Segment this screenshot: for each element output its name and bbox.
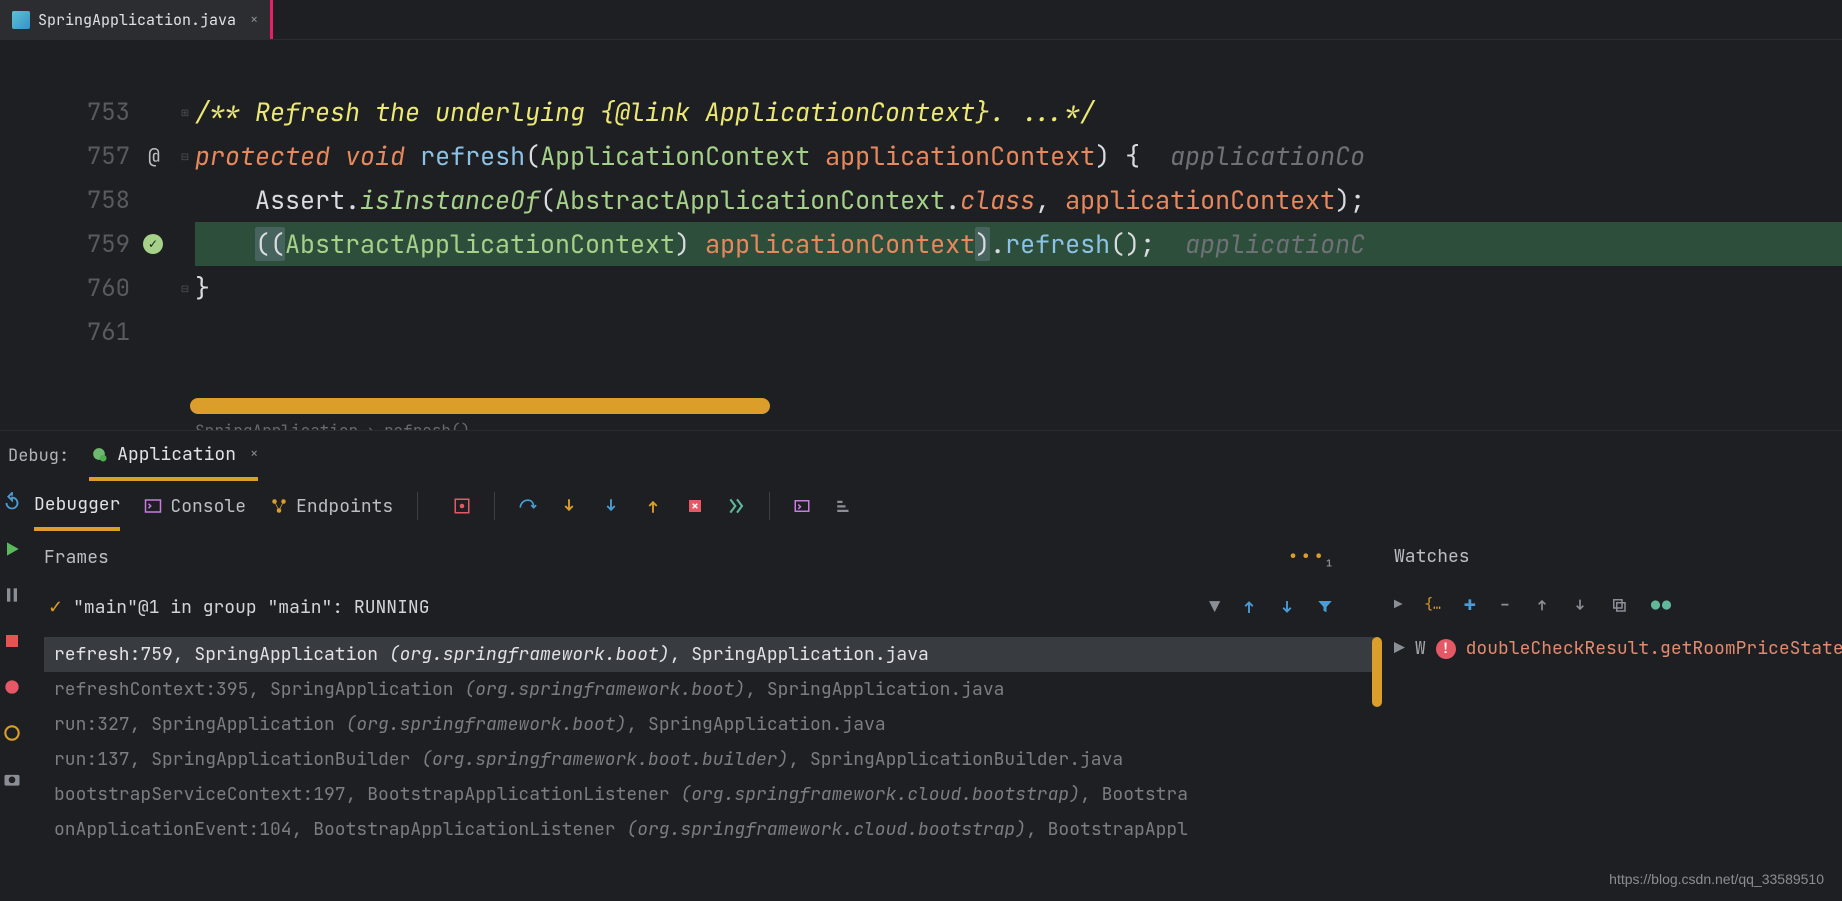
force-step-into-button[interactable] (601, 496, 621, 516)
stack-frame[interactable]: run:327, SpringApplication (org.springfr… (44, 707, 1374, 742)
copy-button[interactable] (1610, 596, 1628, 614)
tab-debugger[interactable]: Debugger (34, 481, 120, 531)
watermark: https://blog.csdn.net/qq_33589510 (1609, 871, 1824, 887)
move-down-button[interactable] (1572, 597, 1588, 613)
expand-icon[interactable]: ▶ (1394, 596, 1402, 614)
dropdown-icon[interactable]: ▼ (1209, 596, 1220, 619)
debug-session-tab[interactable]: Application × (89, 431, 258, 481)
resume-button[interactable] (0, 537, 24, 561)
debug-label: Debug: (8, 445, 69, 467)
trace-button[interactable] (834, 496, 854, 516)
stop-button[interactable] (0, 629, 24, 653)
debug-sidebar (0, 481, 24, 891)
stack-frame[interactable]: bootstrapServiceContext:197, BootstrapAp… (44, 777, 1374, 812)
mute-breakpoints-button[interactable] (0, 721, 24, 745)
override-icon[interactable]: @ (148, 143, 160, 169)
tab-console[interactable]: Console (144, 481, 246, 531)
close-icon[interactable]: × (250, 11, 258, 29)
line-number: 761 (87, 317, 130, 348)
error-icon: ! (1436, 639, 1456, 659)
rerun-button[interactable] (0, 491, 24, 515)
inline-hint: applicationC (1185, 227, 1365, 261)
move-up-button[interactable] (1534, 597, 1550, 613)
fold-toggle-icon[interactable]: ⊟ (175, 134, 195, 178)
endpoints-icon (270, 497, 288, 515)
code-comment: /** Refresh the underlying {@link Applic… (195, 95, 1095, 129)
close-icon[interactable]: × (250, 445, 258, 463)
fold-toggle-icon[interactable]: ⊟ (175, 266, 195, 310)
drop-frame-button[interactable] (685, 496, 705, 516)
frames-title: Frames (44, 546, 109, 569)
frames-panel: Frames •••1 ✓ "main"@1 in group "main": … (24, 531, 1374, 891)
glasses-icon[interactable] (1650, 599, 1672, 611)
console-icon (144, 497, 162, 515)
prev-frame-button[interactable] (1240, 598, 1258, 616)
next-frame-button[interactable] (1278, 598, 1296, 616)
camera-button[interactable] (0, 767, 24, 791)
line-number: 760 (87, 273, 130, 304)
run-to-cursor-button[interactable] (727, 496, 747, 516)
tab-filename: SpringApplication.java (38, 10, 236, 30)
watches-title: Watches (1394, 531, 1842, 582)
view-breakpoints-button[interactable] (0, 675, 24, 699)
stack-frame[interactable]: refresh:759, SpringApplication (org.spri… (44, 637, 1374, 672)
java-class-icon (12, 11, 30, 29)
show-execution-point-button[interactable] (452, 496, 472, 516)
step-into-button[interactable] (559, 496, 579, 516)
code-editor[interactable]: 753 757 @ 758 759 ✓ 760 761 ⊞ ⊟ ⊟ /** Refr… (0, 40, 1842, 420)
execution-line: ((AbstractApplicationContext) applicatio… (195, 222, 1842, 266)
horizontal-scrollbar[interactable] (190, 398, 770, 414)
watch-badge: W (1415, 637, 1426, 660)
evaluate-expression-button[interactable] (792, 496, 812, 516)
stack-frame[interactable]: onApplicationEvent:104, BootstrapApplica… (44, 812, 1374, 847)
line-gutter: 753 757 @ 758 759 ✓ 760 761 (0, 40, 175, 420)
frame-list: refresh:759, SpringApplication (org.spri… (44, 637, 1374, 847)
line-number: 753 (87, 97, 130, 128)
line-number: 759 (87, 229, 130, 260)
vertical-scrollbar[interactable] (1372, 637, 1382, 707)
step-over-button[interactable] (517, 496, 537, 516)
bug-icon (89, 444, 109, 464)
tab-endpoints[interactable]: Endpoints (270, 481, 393, 531)
step-out-button[interactable] (643, 496, 663, 516)
thread-selector[interactable]: ✓ "main"@1 in group "main": RUNNING ▼ (44, 584, 1374, 631)
braces-icon[interactable]: {… (1424, 596, 1441, 614)
debug-panel: Debug: Application × Debugger Console (0, 430, 1842, 901)
pause-button[interactable] (0, 583, 24, 607)
remove-watch-button[interactable]: − (1498, 590, 1511, 619)
more-icon[interactable]: •••1 (1288, 545, 1334, 570)
stack-frame[interactable]: refreshContext:395, SpringApplication (o… (44, 672, 1374, 707)
watch-expression: doubleCheckResult.getRoomPriceStateList(… (1466, 637, 1842, 660)
watches-panel: Watches ▶ {… + − ▶ W ! (1374, 531, 1842, 891)
code-content[interactable]: /** Refresh the underlying {@link Applic… (195, 40, 1842, 420)
execution-point-icon[interactable]: ✓ (143, 234, 163, 254)
stack-frame[interactable]: run:137, SpringApplicationBuilder (org.s… (44, 742, 1374, 777)
debug-header: Debug: Application × (0, 431, 1842, 481)
file-tab[interactable]: SpringApplication.java × (0, 0, 273, 39)
editor-tab-bar: SpringApplication.java × (0, 0, 1842, 40)
expand-icon[interactable]: ▶ (1394, 637, 1405, 660)
check-icon: ✓ (48, 596, 63, 619)
line-number: 757 (87, 141, 130, 172)
watch-item[interactable]: ▶ W ! doubleCheckResult.getRoomPriceStat… (1394, 627, 1842, 670)
inline-hint: applicationCo (1170, 139, 1365, 173)
fold-column: ⊞ ⊟ ⊟ (175, 40, 195, 420)
fold-toggle-icon[interactable]: ⊞ (175, 90, 195, 134)
add-watch-button[interactable]: + (1463, 590, 1476, 619)
filter-icon[interactable] (1316, 598, 1334, 616)
line-number: 758 (87, 185, 130, 216)
debug-tabs: Debugger Console Endpoints (24, 481, 1842, 531)
